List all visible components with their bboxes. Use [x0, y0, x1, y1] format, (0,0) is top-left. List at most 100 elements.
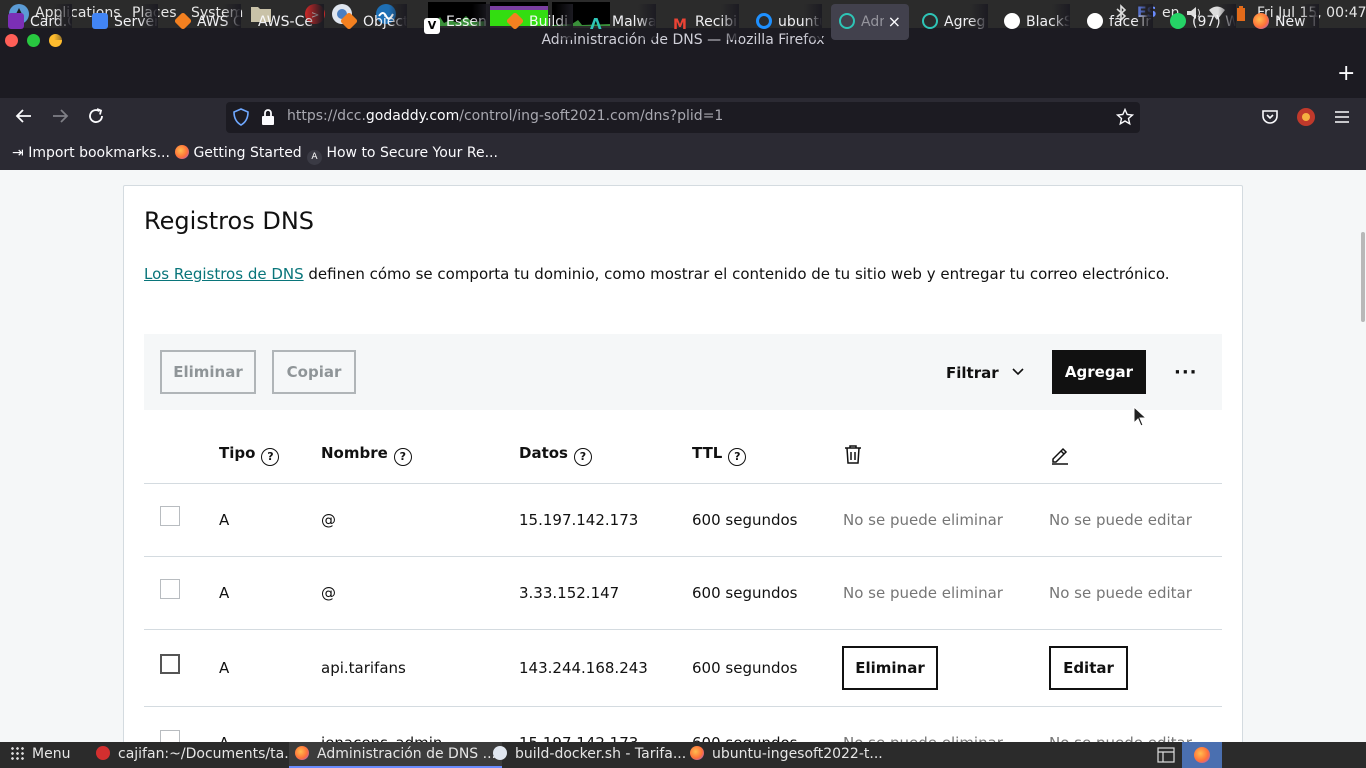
tab-github-facetr[interactable]: faceTr [1087, 4, 1153, 40]
tracking-shield-icon[interactable] [232, 108, 250, 130]
workspace-icon[interactable] [1157, 747, 1175, 767]
record-name: @ [321, 584, 336, 602]
taskbar-item-editor[interactable]: build-docker.sh - Tarifa... [493, 746, 686, 762]
tab-favicon-icon [341, 11, 359, 31]
tab-server[interactable]: Server [92, 4, 158, 40]
delete-selected-button[interactable]: Eliminar [160, 350, 256, 394]
taskbar-item-firefox-ubuntu[interactable]: ubuntu-ingesoft2022-t... [690, 746, 883, 762]
record-name: @ [321, 511, 336, 529]
add-record-button[interactable]: Agregar [1052, 350, 1146, 394]
tab-essentials[interactable]: V Essen [424, 4, 490, 40]
tab-github-black[interactable]: BlackS [1004, 4, 1070, 40]
page-description: Los Registros de DNS definen cómo se com… [144, 265, 1170, 283]
help-icon[interactable]: ? [728, 448, 747, 466]
trash-icon [843, 444, 863, 469]
bookmark-secure[interactable]: A How to Secure Your Re... [307, 145, 498, 165]
edit-unavailable: No se puede editar [1049, 511, 1192, 529]
record-name: api.tarifans [321, 659, 406, 677]
tab-favicon-icon [507, 11, 525, 31]
table-divider [144, 556, 1222, 557]
tab-gmail[interactable]: M Recibi [673, 4, 739, 40]
record-type: A [219, 511, 230, 529]
record-ttl: 600 segundos [692, 659, 798, 677]
back-arrow-icon[interactable] [14, 106, 34, 131]
record-ttl: 600 segundos [692, 584, 798, 602]
record-ttl: 600 segundos [692, 511, 798, 529]
tab-bar [0, 53, 1366, 98]
delete-unavailable: No se puede eliminar [843, 511, 1003, 529]
tab-malware[interactable]: Λ Malwa [590, 4, 656, 40]
column-header-type: Tipo? [219, 444, 280, 466]
bookmark-star-icon[interactable] [1115, 107, 1135, 130]
tab-agregar[interactable]: Agreg [922, 4, 988, 40]
record-data: 143.244.168.243 [519, 659, 648, 677]
record-type: A [219, 584, 230, 602]
editor-icon [493, 746, 507, 760]
table-divider [144, 706, 1222, 707]
delete-record-button[interactable]: Eliminar [842, 646, 938, 690]
column-header-ttl: TTL? [692, 444, 747, 466]
close-tab-icon[interactable]: × [883, 4, 901, 40]
tab-favicon-icon [839, 13, 855, 29]
tab-new-tab[interactable]: New T [1253, 4, 1319, 40]
row-checkbox[interactable] [160, 654, 180, 674]
row-checkbox[interactable] [160, 579, 180, 599]
page-scrollbar[interactable] [1361, 232, 1365, 322]
battery-icon[interactable] [1236, 6, 1246, 26]
tab-aws-certs[interactable]: AWS-Ce [258, 4, 324, 40]
record-type: A [219, 659, 230, 677]
bookmark-getting-started[interactable]: Getting Started [175, 145, 302, 161]
tab-building[interactable]: Buildi [507, 4, 573, 40]
help-icon[interactable]: ? [393, 448, 412, 466]
row-checkbox[interactable] [160, 506, 180, 526]
record-data: 3.33.152.147 [519, 584, 620, 602]
edit-unavailable: No se puede editar [1049, 584, 1192, 602]
column-header-name: Nombre? [321, 444, 412, 466]
tab-favicon-icon [8, 13, 24, 29]
taskbar-item-terminal[interactable]: cajifan:~/Documents/ta... [96, 746, 298, 762]
more-options-icon[interactable]: ··· [1174, 362, 1198, 383]
copy-selected-button[interactable]: Copiar [272, 350, 356, 394]
tab-aws-c[interactable]: AWS C [175, 4, 241, 40]
taskbar-item-firefox-dns[interactable]: Administración de DNS ... [289, 742, 502, 768]
new-tab-plus-icon[interactable]: + [1337, 63, 1355, 85]
tab-favicon-icon [175, 11, 193, 31]
site-logo-icon: A [307, 150, 322, 165]
tab-favicon-icon: V [424, 18, 440, 34]
tab-favicon-icon [92, 13, 108, 29]
column-header-data: Datos? [519, 444, 592, 466]
extension-icon[interactable] [1296, 107, 1316, 131]
page-background [0, 170, 1366, 742]
firefox-icon [690, 746, 704, 760]
dns-records-link[interactable]: Los Registros de DNS [144, 265, 304, 283]
tray-firefox-icon[interactable] [1182, 742, 1222, 768]
url-text[interactable]: https://dcc.godaddy.com/control/ing-soft… [287, 108, 723, 124]
filter-button[interactable]: Filtrar [946, 362, 1024, 382]
firefox-icon [175, 145, 189, 159]
tab-favicon-icon [922, 13, 938, 29]
pocket-icon[interactable] [1261, 108, 1279, 130]
edit-record-button[interactable]: Editar [1049, 646, 1128, 690]
forward-arrow-icon[interactable] [50, 106, 70, 131]
table-divider [144, 483, 1222, 484]
tab-object[interactable]: Object [341, 4, 407, 40]
hamburger-menu-icon[interactable] [1334, 109, 1350, 129]
help-icon[interactable]: ? [261, 448, 280, 466]
delete-unavailable: No se puede eliminar [843, 584, 1003, 602]
whatsapp-icon [1170, 13, 1186, 29]
tab-administracion-dns[interactable]: Adm × [831, 4, 909, 40]
bookmark-import[interactable]: ⇥ Import bookmarks... [12, 145, 170, 161]
tab-ubuntu[interactable]: ubuntu [756, 4, 822, 40]
reload-icon[interactable] [86, 106, 106, 131]
github-icon [1087, 13, 1103, 29]
table-divider [144, 629, 1222, 630]
pencil-icon [1050, 444, 1070, 469]
tab-card[interactable]: Card.C [8, 4, 72, 40]
start-menu-button[interactable]: Menu [10, 746, 70, 762]
tab-whatsapp[interactable]: (97) W [1170, 4, 1236, 40]
help-icon[interactable]: ? [573, 448, 592, 466]
firefox-icon [295, 746, 309, 760]
lock-icon[interactable] [260, 108, 276, 130]
tab-favicon-icon: Λ [590, 15, 602, 33]
import-icon: ⇥ [12, 145, 24, 161]
